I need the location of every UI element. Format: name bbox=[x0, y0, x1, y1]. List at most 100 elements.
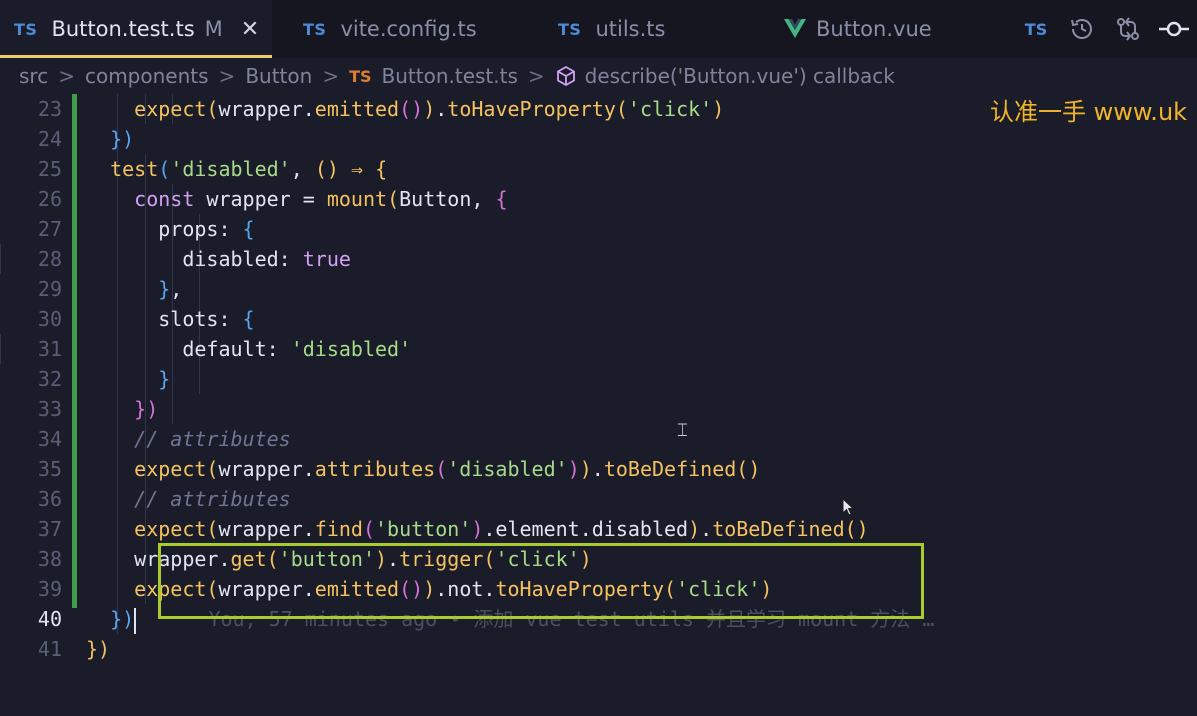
code-line[interactable]: 32 } bbox=[0, 364, 1197, 394]
code-line[interactable]: 27 props: { bbox=[0, 214, 1197, 244]
typescript-file-icon: TS bbox=[349, 66, 372, 86]
ts-version-icon[interactable]: TS bbox=[1013, 0, 1059, 58]
mouse-pointer-icon bbox=[842, 497, 855, 520]
breadcrumb-item-src[interactable]: src bbox=[19, 64, 48, 88]
code-token: ) bbox=[471, 517, 484, 541]
code-token: 'button' bbox=[375, 517, 472, 541]
code-text: // attributes bbox=[86, 424, 291, 454]
code-text: default: 'disabled' bbox=[86, 334, 411, 364]
code-line[interactable]: 41}) bbox=[0, 634, 1197, 664]
code-line[interactable]: 24 }) bbox=[0, 124, 1197, 154]
line-number: 38 bbox=[37, 547, 62, 571]
code-token: { bbox=[242, 217, 255, 241]
tab-button-vue[interactable]: Button.vue bbox=[784, 0, 932, 58]
line-number: 35 bbox=[37, 457, 62, 481]
code-token: attributes bbox=[314, 457, 436, 481]
line-number: 31 bbox=[37, 337, 62, 361]
code-token: 'disabled' bbox=[170, 157, 291, 181]
indent-guide bbox=[172, 364, 173, 394]
line-number: 41 bbox=[37, 637, 62, 661]
tab-utils-ts[interactable]: TS utils.ts bbox=[558, 0, 665, 58]
tab-vite-config-ts[interactable]: TS vite.config.ts bbox=[303, 0, 477, 58]
code-token: find bbox=[314, 517, 363, 541]
code-editor[interactable]: 23 expect(wrapper.emitted()).toHavePrope… bbox=[0, 94, 1197, 716]
breadcrumb-item-file[interactable]: Button.test.ts bbox=[382, 64, 518, 88]
code-token: () bbox=[844, 517, 869, 541]
code-token: ( bbox=[206, 517, 219, 541]
code-token: }) bbox=[86, 637, 111, 661]
highlight-box bbox=[158, 543, 924, 619]
indent-guide bbox=[199, 274, 200, 304]
code-token: ( bbox=[615, 97, 628, 121]
code-text: expect(wrapper.find('button').element.di… bbox=[86, 514, 869, 544]
code-line[interactable]: 36 // attributes bbox=[0, 484, 1197, 514]
chevron-right-icon: > bbox=[218, 64, 236, 88]
code-token: }) bbox=[134, 397, 159, 421]
typescript-file-icon: TS bbox=[303, 19, 327, 39]
code-token: ) bbox=[712, 97, 725, 121]
code-token: expect bbox=[134, 517, 207, 541]
tab-label: vite.config.ts bbox=[340, 17, 477, 41]
code-token: ( bbox=[435, 457, 448, 481]
code-token: 'click' bbox=[627, 97, 713, 121]
code-line[interactable]: 25 test('disabled', () ⇒ { bbox=[0, 154, 1197, 184]
code-token: { bbox=[495, 187, 508, 211]
modified-indicator: M bbox=[204, 17, 223, 41]
code-text: expect(wrapper.attributes('disabled')).t… bbox=[86, 454, 760, 484]
chevron-right-icon: > bbox=[322, 64, 340, 88]
breadcrumb-item-button[interactable]: Button bbox=[245, 64, 312, 88]
typescript-file-icon: TS bbox=[14, 19, 38, 39]
code-text: props: { bbox=[86, 214, 255, 244]
code-text: } bbox=[86, 364, 170, 394]
code-token: , bbox=[290, 157, 315, 181]
code-line[interactable]: 28 disabled: true bbox=[0, 244, 1197, 274]
line-number: 28 bbox=[37, 247, 62, 271]
line-number: 30 bbox=[37, 307, 62, 331]
code-token: }) bbox=[110, 127, 135, 151]
breadcrumb: src > components > Button > TS Button.te… bbox=[0, 58, 1197, 94]
code-token: ) bbox=[423, 97, 436, 121]
compare-icon[interactable] bbox=[1105, 0, 1151, 58]
code-token: ( bbox=[362, 517, 376, 541]
close-icon[interactable]: ✕ bbox=[241, 17, 259, 42]
code-token: default: bbox=[86, 337, 291, 361]
code-token: wrapper. bbox=[218, 517, 315, 541]
line-number: 29 bbox=[37, 277, 62, 301]
line-number: 34 bbox=[37, 427, 62, 451]
breadcrumb-item-symbol[interactable]: describe('Button.vue') callback bbox=[585, 64, 895, 88]
code-text: }, bbox=[86, 274, 182, 304]
code-line[interactable]: 31 default: 'disabled' bbox=[0, 334, 1197, 364]
code-line[interactable]: 29 }, bbox=[0, 274, 1197, 304]
code-token: expect bbox=[134, 457, 207, 481]
symbol-method-icon bbox=[555, 65, 577, 87]
code-line[interactable]: 33 }) bbox=[0, 394, 1197, 424]
code-line[interactable]: 34 // attributes bbox=[0, 424, 1197, 454]
code-line[interactable]: 26 const wrapper = mount(Button, { bbox=[0, 184, 1197, 214]
chevron-right-icon: > bbox=[527, 64, 545, 88]
line-number: 36 bbox=[37, 487, 62, 511]
code-token: { bbox=[375, 157, 388, 181]
line-number: 39 bbox=[37, 577, 62, 601]
code-line[interactable]: 35 expect(wrapper.attributes('disabled')… bbox=[0, 454, 1197, 484]
code-token: // attributes bbox=[134, 487, 291, 511]
tab-label: utils.ts bbox=[595, 17, 666, 41]
history-icon[interactable] bbox=[1059, 0, 1105, 58]
code-line[interactable]: 30 slots: { bbox=[0, 304, 1197, 334]
code-text: // attributes bbox=[86, 484, 291, 514]
code-line[interactable]: 37 expect(wrapper.find('button').element… bbox=[0, 514, 1197, 544]
tab-button-test-ts[interactable]: TS Button.test.ts M ✕ bbox=[0, 0, 272, 58]
code-token: props: bbox=[86, 217, 243, 241]
code-token: { bbox=[242, 307, 255, 331]
breadcrumb-item-components[interactable]: components bbox=[85, 64, 209, 88]
git-commit-icon[interactable] bbox=[1151, 0, 1197, 58]
